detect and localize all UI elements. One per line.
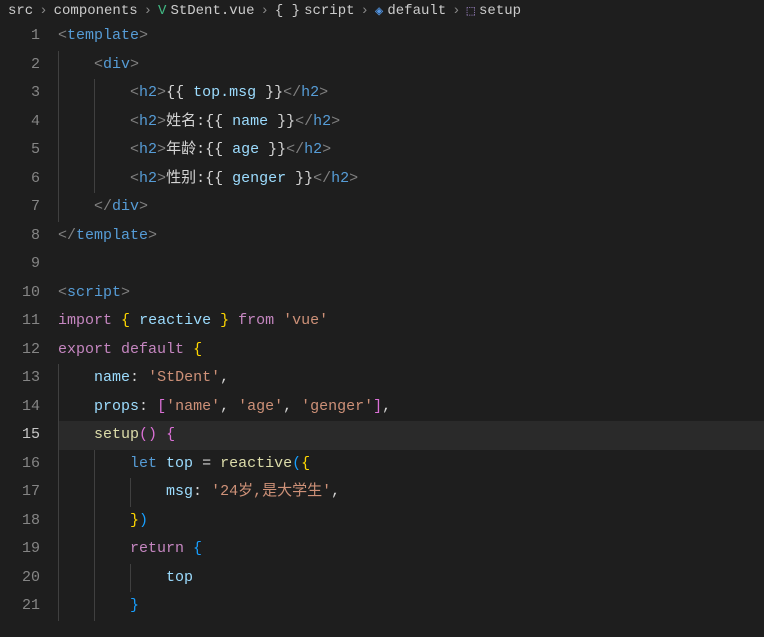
line-number[interactable]: 1 (0, 22, 40, 51)
code-line[interactable]: <h2>姓名:{{ name }}</h2> (58, 108, 764, 137)
code-line[interactable]: <template> (58, 22, 764, 51)
line-number[interactable]: 13 (0, 364, 40, 393)
line-number[interactable]: 15 (0, 421, 40, 450)
line-number[interactable]: 4 (0, 108, 40, 137)
line-gutter: 1 2 3 4 5 6 7 8 9 10 11 12 13 14 15 16 1… (0, 22, 58, 637)
line-number[interactable]: 21 (0, 592, 40, 621)
code-line[interactable]: setup() { (58, 421, 764, 450)
code-line[interactable]: <h2>性别:{{ genger }}</h2> (58, 165, 764, 194)
breadcrumb-src[interactable]: src (8, 3, 33, 19)
chevron-right-icon: › (361, 3, 369, 19)
chevron-right-icon: › (144, 3, 152, 19)
code-line[interactable]: } (58, 592, 764, 621)
code-line[interactable]: <h2>{{ top.msg }}</h2> (58, 79, 764, 108)
chevron-right-icon: › (39, 3, 47, 19)
breadcrumb-file[interactable]: StDent.vue (170, 3, 254, 19)
chevron-right-icon: › (452, 3, 460, 19)
line-number[interactable]: 5 (0, 136, 40, 165)
code-line[interactable]: import { reactive } from 'vue' (58, 307, 764, 336)
code-line[interactable]: </div> (58, 193, 764, 222)
line-number[interactable]: 8 (0, 222, 40, 251)
chevron-right-icon: › (260, 3, 268, 19)
breadcrumb-script[interactable]: script (304, 3, 354, 19)
symbol-icon: ◈ (375, 3, 383, 20)
vue-icon: V (158, 3, 166, 19)
cube-icon: ⬚ (467, 3, 475, 20)
breadcrumb[interactable]: src › components › V StDent.vue › { } sc… (0, 0, 764, 22)
editor: 1 2 3 4 5 6 7 8 9 10 11 12 13 14 15 16 1… (0, 22, 764, 637)
line-number[interactable]: 16 (0, 450, 40, 479)
code-line[interactable]: top (58, 564, 764, 593)
line-number[interactable]: 7 (0, 193, 40, 222)
code-line[interactable]: let top = reactive({ (58, 450, 764, 479)
code-line[interactable]: }) (58, 507, 764, 536)
code-line[interactable]: <div> (58, 51, 764, 80)
code-area[interactable]: <template> <div> <h2>{{ top.msg }}</h2> … (58, 22, 764, 637)
code-line[interactable]: export default { (58, 336, 764, 365)
breadcrumb-default[interactable]: default (387, 3, 446, 19)
line-number[interactable]: 3 (0, 79, 40, 108)
code-line[interactable] (58, 250, 764, 279)
code-line[interactable]: return { (58, 535, 764, 564)
code-line[interactable]: </template> (58, 222, 764, 251)
line-number[interactable]: 10 (0, 279, 40, 308)
line-number[interactable]: 2 (0, 51, 40, 80)
line-number[interactable]: 12 (0, 336, 40, 365)
line-number[interactable]: 19 (0, 535, 40, 564)
line-number[interactable]: 6 (0, 165, 40, 194)
line-number[interactable]: 9 (0, 250, 40, 279)
braces-icon: { } (275, 3, 300, 19)
code-line[interactable]: <h2>年龄:{{ age }}</h2> (58, 136, 764, 165)
breadcrumb-setup[interactable]: setup (479, 3, 521, 19)
code-line[interactable]: props: ['name', 'age', 'genger'], (58, 393, 764, 422)
line-number[interactable]: 20 (0, 564, 40, 593)
breadcrumb-components[interactable]: components (54, 3, 138, 19)
code-line[interactable]: <script> (58, 279, 764, 308)
line-number[interactable]: 17 (0, 478, 40, 507)
code-line[interactable]: name: 'StDent', (58, 364, 764, 393)
code-line[interactable]: msg: '24岁,是大学生', (58, 478, 764, 507)
line-number[interactable]: 11 (0, 307, 40, 336)
line-number[interactable]: 18 (0, 507, 40, 536)
line-number[interactable]: 14 (0, 393, 40, 422)
